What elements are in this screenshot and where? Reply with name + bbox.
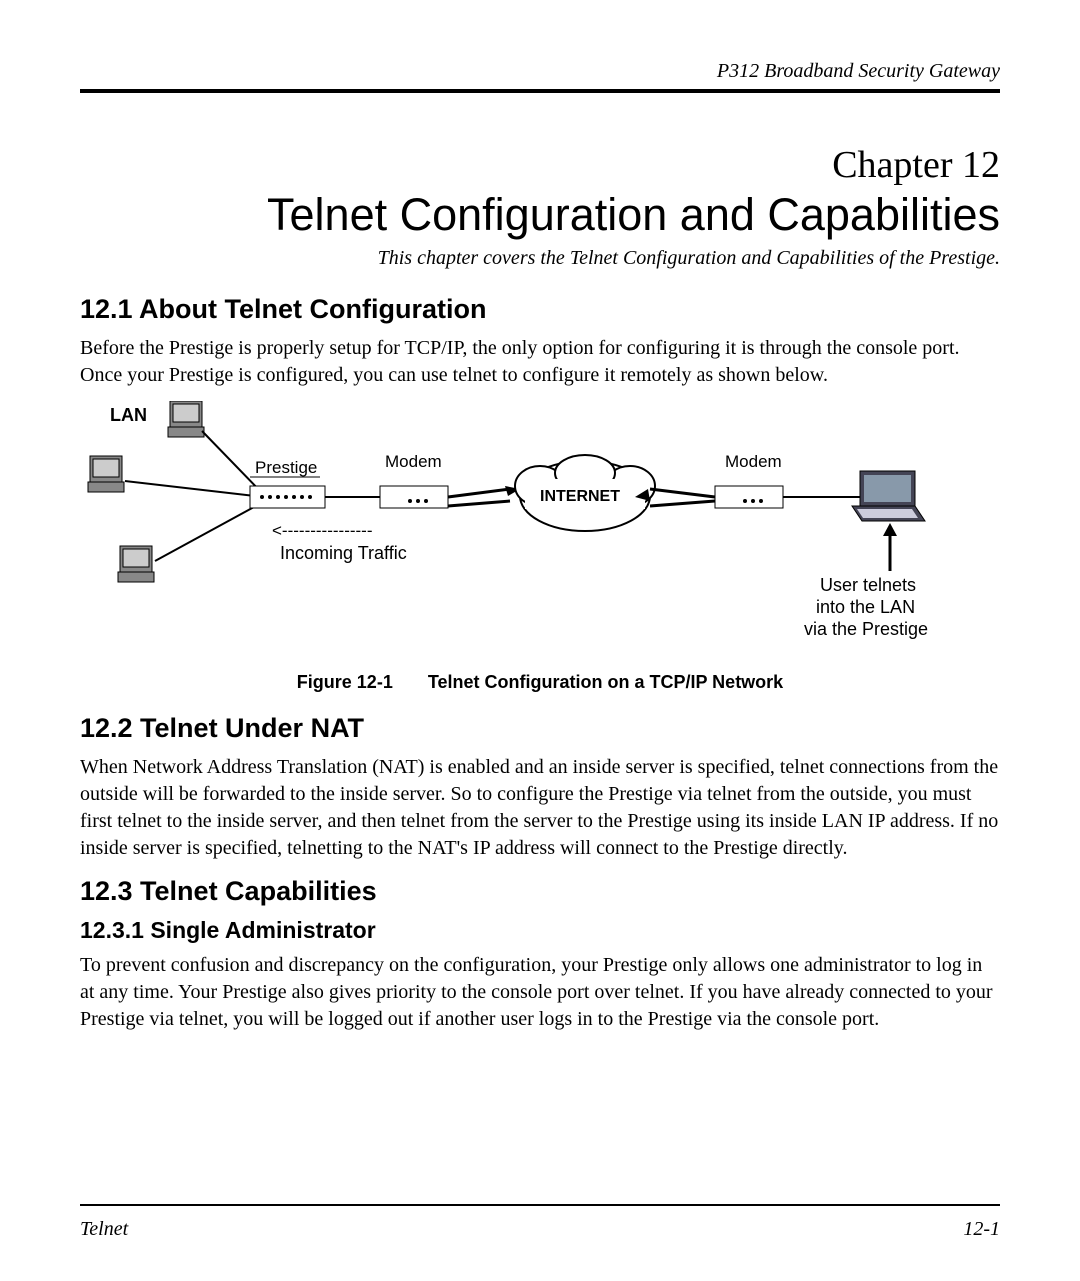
modem-left-label: Modem bbox=[385, 452, 442, 471]
section-12-3-1-heading: 12.3.1 Single Administrator bbox=[80, 917, 1000, 944]
incoming-label: Incoming Traffic bbox=[280, 543, 407, 563]
modem-left-device bbox=[380, 486, 448, 508]
user-text-2: into the LAN bbox=[816, 597, 915, 617]
computer-icon bbox=[88, 456, 124, 492]
header-product: P312 Broadband Security Gateway bbox=[80, 60, 1000, 89]
user-text-3: via the Prestige bbox=[804, 619, 928, 639]
chapter-label: Chapter 12 bbox=[80, 143, 1000, 187]
figure-12-1: LAN Prestige bbox=[80, 401, 1000, 693]
footer-left: Telnet bbox=[80, 1218, 128, 1241]
footer-rule bbox=[80, 1204, 1000, 1206]
computer-icon bbox=[118, 546, 154, 582]
section-12-1-heading: 12.1 About Telnet Configuration bbox=[80, 294, 1000, 325]
footer-right: 12-1 bbox=[963, 1218, 1000, 1241]
section-12-1-body: Before the Prestige is properly setup fo… bbox=[80, 335, 1000, 389]
chapter-title: Telnet Configuration and Capabilities bbox=[80, 189, 1000, 241]
lan-label: LAN bbox=[110, 405, 147, 425]
network-diagram: LAN Prestige bbox=[80, 401, 1000, 651]
section-12-3-heading: 12.3 Telnet Capabilities bbox=[80, 876, 1000, 907]
laptop-icon bbox=[852, 471, 925, 521]
internet-label: INTERNET bbox=[540, 488, 620, 505]
section-12-2-heading: 12.2 Telnet Under NAT bbox=[80, 713, 1000, 744]
section-12-2-body: When Network Address Translation (NAT) i… bbox=[80, 754, 1000, 862]
computer-icon bbox=[168, 401, 204, 437]
modem-right-label: Modem bbox=[725, 452, 782, 471]
figure-caption: Figure 12-1 Telnet Configuration on a TC… bbox=[80, 672, 1000, 693]
section-12-3-1-body: To prevent confusion and discrepancy on … bbox=[80, 952, 1000, 1033]
figure-caption-prefix: Figure 12-1 bbox=[297, 672, 393, 692]
incoming-arrow: <---------------- bbox=[272, 521, 373, 540]
internet-cloud: INTERNET bbox=[515, 455, 655, 531]
header-rule bbox=[80, 89, 1000, 93]
prestige-label: Prestige bbox=[255, 458, 317, 477]
user-text-1: User telnets bbox=[820, 575, 916, 595]
figure-caption-text: Telnet Configuration on a TCP/IP Network bbox=[428, 672, 783, 692]
footer: Telnet 12-1 bbox=[80, 1204, 1000, 1241]
modem-right-device bbox=[715, 486, 783, 508]
chapter-subtitle: This chapter covers the Telnet Configura… bbox=[80, 247, 1000, 270]
